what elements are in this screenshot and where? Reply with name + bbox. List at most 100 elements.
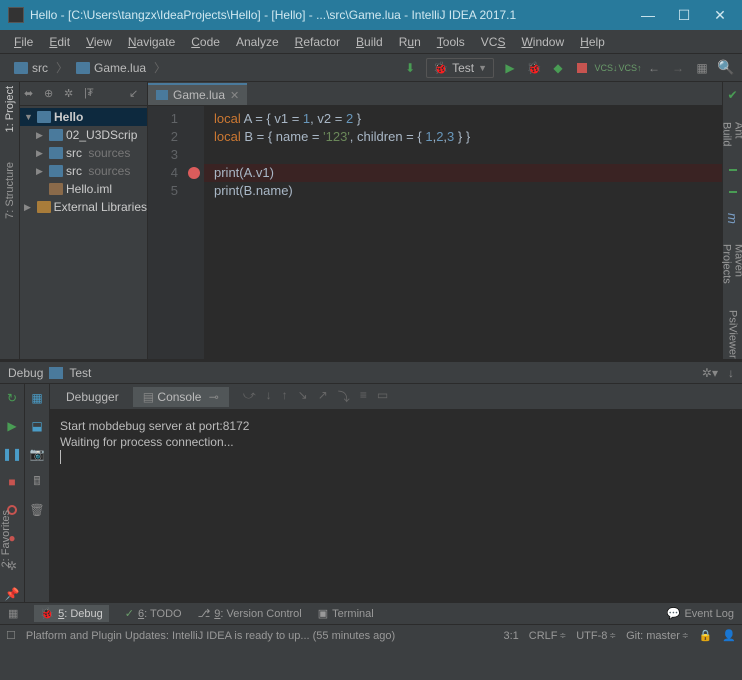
resume-button[interactable]: ▶ — [4, 418, 20, 434]
psiviewer-tool-button[interactable]: PsiViewer — [727, 310, 739, 359]
event-log-tab[interactable]: 💬 Event Log — [667, 607, 734, 620]
menu-window[interactable]: Window — [515, 33, 570, 51]
debug-config-name: Test — [69, 366, 91, 380]
run-configuration-selector[interactable]: 🐞 Test ▼ — [426, 58, 494, 78]
debugger-tab[interactable]: Debugger — [56, 387, 129, 407]
editor-tab[interactable]: Game.lua ✕ — [148, 83, 247, 105]
run-config-label: Test — [452, 61, 474, 75]
vcs-bottom-tab[interactable]: ⎇ 9: Version Control — [198, 607, 302, 620]
marker — [729, 191, 737, 193]
menu-run[interactable]: Run — [393, 33, 427, 51]
caret-position[interactable]: 3:1 — [503, 630, 518, 642]
target-icon[interactable]: ⊕ — [44, 87, 58, 101]
console-output[interactable]: Start mobdebug server at port:8172Waitin… — [50, 410, 742, 602]
app-icon — [8, 7, 24, 23]
git-branch[interactable]: Git: master≑ — [626, 630, 689, 642]
ant-build-tool-button[interactable]: Ant Build — [721, 122, 742, 149]
back-button[interactable]: ← — [646, 60, 662, 76]
favorites-tool-button[interactable]: 2: Favorites — [0, 510, 12, 567]
frames-button[interactable]: ⬓ — [29, 418, 45, 434]
menu-edit[interactable]: Edit — [43, 33, 76, 51]
snapshot-button[interactable]: 📷 — [29, 446, 45, 462]
tree-node[interactable]: ▶src sources — [20, 162, 147, 180]
eval-icon[interactable]: ≡ — [360, 388, 367, 405]
todo-bottom-tab[interactable]: ✓ 6: TODO — [125, 607, 182, 620]
minimize-button[interactable]: — — [642, 9, 654, 21]
status-message[interactable]: Platform and Plugin Updates: IntelliJ ID… — [26, 630, 494, 642]
status-icon[interactable]: ☐ — [6, 629, 16, 642]
step-out-icon[interactable]: ↑ — [282, 388, 288, 405]
debug-bottom-tab[interactable]: 🐞 5: Debug — [34, 605, 108, 622]
maven-tool-button[interactable]: m — [725, 213, 740, 224]
code-editor[interactable]: 12345 local A = { v1 = 1, v2 = 2 }local … — [148, 106, 722, 359]
maven-tool-label[interactable]: Maven Projects — [721, 244, 742, 291]
menu-view[interactable]: View — [80, 33, 118, 51]
menu-analyze[interactable]: Analyze — [230, 33, 285, 51]
evaluate-button[interactable]: 🖩 — [29, 474, 45, 490]
hector-icon[interactable]: 👤 — [722, 629, 736, 642]
step-over-icon[interactable]: ⤻ — [243, 388, 256, 405]
debug-button[interactable]: 🐞 — [526, 60, 542, 76]
hide-icon[interactable]: ↙ — [129, 87, 143, 101]
menu-tools[interactable]: Tools — [431, 33, 471, 51]
toggle-icon[interactable]: ▭ — [377, 388, 388, 405]
menu-code[interactable]: Code — [185, 33, 226, 51]
structure-tool-button[interactable]: 7: Structure — [4, 162, 16, 219]
vcs-commit-button[interactable]: VCS↑ — [622, 60, 638, 76]
hide-icon[interactable]: ↓ — [728, 366, 734, 380]
lock-icon[interactable]: 🔒 — [699, 629, 713, 642]
terminal-bottom-tab[interactable]: ▣ Terminal — [318, 607, 374, 620]
tool-windows-icon[interactable]: ▦ — [8, 607, 18, 620]
menu-help[interactable]: Help — [574, 33, 611, 51]
run-to-cursor-icon[interactable]: ↘ — [298, 388, 308, 405]
line-separator[interactable]: CRLF≑ — [529, 630, 566, 642]
tree-node[interactable]: ▶02_U3DScrip — [20, 126, 147, 144]
tab-label: 6: TODO — [138, 608, 182, 620]
force-step-icon[interactable]: ⤵ — [338, 388, 350, 405]
breakpoint-gutter[interactable] — [184, 106, 204, 359]
tree-node[interactable]: ▶src sources — [20, 144, 147, 162]
menu-file[interactable]: File — [8, 33, 39, 51]
restore-layout-button[interactable]: ▦ — [29, 390, 45, 406]
file-encoding[interactable]: UTF-8≑ — [576, 630, 616, 642]
stop-button[interactable] — [574, 60, 590, 76]
layout-button[interactable]: ▦ — [694, 60, 710, 76]
vcs-update-button[interactable]: VCS↓ — [598, 60, 614, 76]
pin-tab-icon[interactable]: ⊸ — [209, 390, 219, 404]
clear-button[interactable]: 🗑 — [29, 502, 45, 518]
build-icon[interactable]: ⬇ — [402, 60, 418, 76]
chevron-right-icon: ▶ — [36, 148, 46, 159]
maximize-button[interactable]: ☐ — [678, 9, 690, 21]
gear-icon[interactable]: ✲▾ — [702, 366, 718, 380]
pin-button[interactable]: 📌 — [4, 586, 20, 602]
tree-suffix: sources — [85, 164, 130, 178]
breadcrumb-root[interactable]: src — [8, 59, 54, 77]
pause-button[interactable]: ❚❚ — [4, 446, 20, 462]
forward-button[interactable]: → — [670, 60, 686, 76]
project-tool-button[interactable]: 1: Project — [4, 86, 16, 132]
drop-frame-icon[interactable]: ↗ — [318, 388, 328, 405]
collapse-icon[interactable]: ⬌ — [24, 87, 38, 101]
search-everywhere-button[interactable]: 🔍 — [718, 60, 734, 76]
rerun-button[interactable]: ↻ — [4, 390, 20, 406]
menu-navigate[interactable]: Navigate — [122, 33, 181, 51]
code-content[interactable]: local A = { v1 = 1, v2 = 2 }local B = { … — [204, 106, 722, 359]
step-into-icon[interactable]: ↓ — [266, 388, 272, 405]
breadcrumb-file[interactable]: Game.lua — [70, 59, 152, 77]
console-tab[interactable]: ▤ Console ⊸ — [133, 387, 229, 407]
gear-icon[interactable]: ✲ — [64, 87, 78, 101]
close-tab-icon[interactable]: ✕ — [230, 89, 239, 102]
project-root-node[interactable]: ▼ Hello — [20, 108, 147, 126]
breakpoint-marker[interactable] — [188, 167, 200, 179]
navigation-bar: src 〉 Game.lua 〉 ⬇ 🐞 Test ▼ ▶ 🐞 ◆ VCS↓ V… — [0, 54, 742, 82]
sort-icon[interactable]: |₮ — [84, 87, 98, 101]
external-libraries-node[interactable]: ▶ External Libraries — [20, 198, 147, 216]
menu-refactor[interactable]: Refactor — [289, 33, 346, 51]
menu-vcs[interactable]: VCS — [475, 33, 512, 51]
close-button[interactable]: ✕ — [714, 9, 726, 21]
coverage-button[interactable]: ◆ — [550, 60, 566, 76]
stop-button[interactable]: ■ — [4, 474, 20, 490]
run-button[interactable]: ▶ — [502, 60, 518, 76]
tree-node[interactable]: Hello.iml — [20, 180, 147, 198]
menu-build[interactable]: Build — [350, 33, 389, 51]
